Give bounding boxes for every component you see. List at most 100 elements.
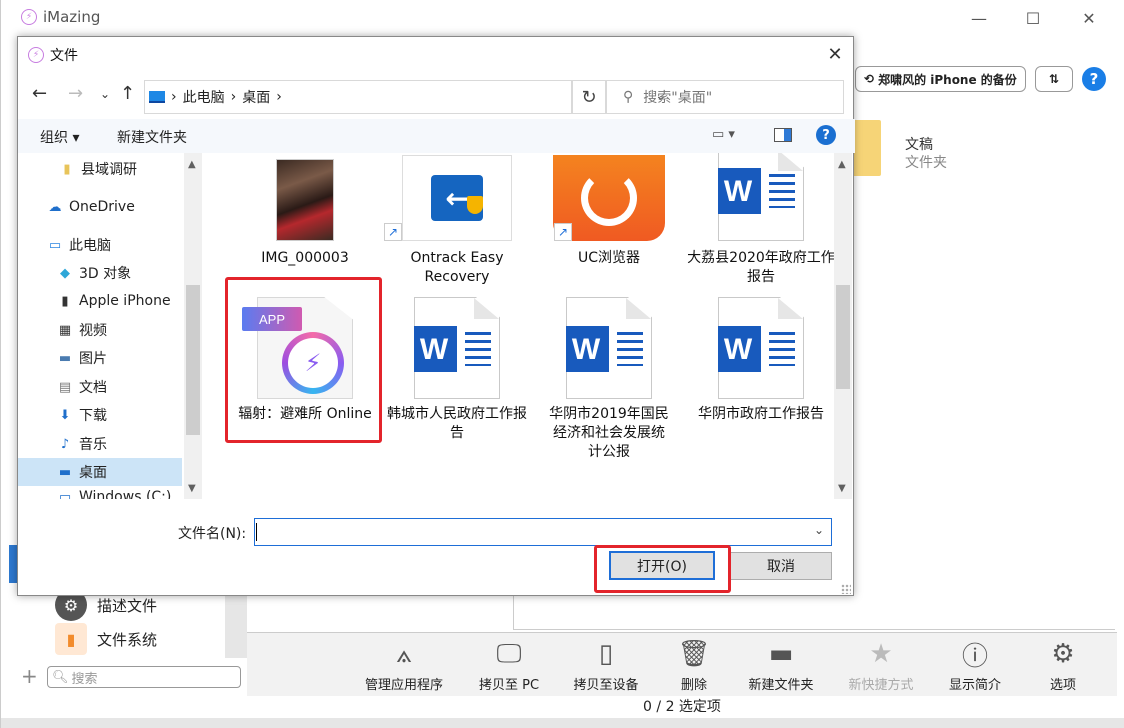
tree-item-label: 音乐: [79, 437, 107, 453]
options-button[interactable]: ⚙ 选项: [1013, 633, 1113, 697]
copy-to-pc-button[interactable]: 🖵 拷贝至 PC: [459, 633, 559, 697]
tool-label: 拷贝至设备: [573, 678, 639, 693]
sidebar-item-label: 文件系统: [97, 630, 158, 649]
annotation-highlight-open-button: [594, 545, 731, 593]
cloud-icon: ☁: [48, 199, 62, 215]
backup-button[interactable]: ⟲ 郑啸风的 iPhone 的备份: [855, 66, 1026, 92]
file-label: Ontrack Easy Recovery: [410, 250, 504, 285]
help-icon[interactable]: ?: [816, 125, 836, 145]
tree-item-3d-objects[interactable]: ◆ 3D 对象: [18, 259, 182, 287]
files-scroll-up-icon[interactable]: ▲: [838, 159, 846, 170]
close-icon[interactable]: ✕: [824, 43, 846, 65]
address-bar[interactable]: › 此电脑 › 桌面 › ⌄: [144, 80, 667, 114]
cancel-button[interactable]: 取消: [730, 552, 832, 580]
text-caret: [256, 523, 257, 541]
back-arrow-icon[interactable]: ←: [32, 83, 47, 104]
breadcrumb-this-pc[interactable]: 此电脑: [183, 87, 225, 107]
bottom-toolbar: ⟑ 管理应用程序 🖵 拷贝至 PC ▯ 拷贝至设备 🗑︎ 删除 ▬ 新建文件夹 …: [247, 632, 1117, 696]
file-item-huayin-report[interactable]: W 华阴市政府工作报告: [686, 295, 834, 424]
sidebar-item-file-system[interactable]: ▮ 文件系统: [55, 623, 157, 655]
file-item-img-000003[interactable]: IMG_000003: [230, 153, 380, 268]
file-item-dali-report[interactable]: W 大荔县2020年政府工作报告: [686, 153, 834, 287]
backup-button-label: 郑啸风的 iPhone 的备份: [878, 72, 1017, 87]
recent-chevron-down-icon[interactable]: ⌄: [100, 87, 110, 101]
drive-icon: ▭: [58, 489, 72, 500]
folder-type: 文件夹: [905, 155, 947, 171]
copy-to-device-icon: ▯: [598, 639, 614, 669]
info-icon: ⓘ: [961, 641, 988, 672]
tool-label: 删除: [680, 678, 707, 693]
document-icon: ▤: [58, 379, 72, 395]
new-folder-button[interactable]: 新建文件夹: [117, 127, 187, 147]
word-document-icon: W: [414, 297, 500, 399]
music-icon: ♪: [60, 436, 70, 452]
computer-icon: ▭: [48, 237, 62, 253]
cube-icon: ◆: [60, 265, 70, 281]
folder-name[interactable]: 文稿: [905, 134, 933, 154]
tree-item-label: 视频: [79, 323, 107, 339]
add-icon[interactable]: +: [21, 664, 38, 688]
new-folder-button[interactable]: ▬ 新建文件夹: [731, 633, 831, 697]
shortcut-arrow-icon: ↗: [554, 223, 572, 241]
sidebar-search-input[interactable]: 🔍︎ 搜索: [47, 666, 241, 688]
search-input[interactable]: ⚲ 搜索"桌面": [606, 80, 844, 114]
file-item-hancheng-report[interactable]: W 韩城市人民政府工作报告: [382, 295, 532, 443]
tree-item-downloads[interactable]: ⬇ 下载: [18, 401, 182, 429]
manage-apps-button[interactable]: ⟑ 管理应用程序: [354, 633, 454, 697]
tool-label: 选项: [1049, 678, 1076, 693]
new-shortcut-button[interactable]: ★ 新快捷方式: [831, 633, 931, 697]
sync-button[interactable]: ⇅: [1035, 66, 1073, 92]
tree-scrollbar-thumb[interactable]: [186, 285, 200, 435]
shortcut-arrow-icon: ↗: [384, 223, 402, 241]
filename-label: 文件名(N):: [178, 526, 247, 542]
tree-scroll-down-icon[interactable]: ▼: [188, 483, 196, 494]
files-scrollbar-thumb[interactable]: [836, 285, 850, 389]
preview-pane-icon[interactable]: [774, 128, 792, 142]
forward-arrow-icon[interactable]: →: [68, 83, 83, 104]
view-options-icon[interactable]: ▭ ▾: [712, 127, 735, 142]
tree-item-county-research[interactable]: ▮ 县域调研: [18, 155, 182, 183]
close-window-icon[interactable]: ✕: [1069, 6, 1109, 30]
ontrack-app-icon: ←: [402, 155, 512, 241]
tree-item-videos[interactable]: ▦ 视频: [18, 316, 182, 344]
copy-to-device-button[interactable]: ▯ 拷贝至设备: [556, 633, 656, 697]
file-item-huayin-bulletin[interactable]: W 华阴市2019年国民经济和社会发展统计公报: [534, 295, 684, 462]
tree-item-documents[interactable]: ▤ 文档: [18, 373, 182, 401]
maximize-icon[interactable]: ☐: [1013, 6, 1053, 30]
tree-item-desktop[interactable]: ▬ 桌面: [18, 458, 182, 486]
files-scroll-down-icon[interactable]: ▼: [838, 483, 846, 494]
tree-item-pictures[interactable]: ▬ 图片: [18, 344, 182, 372]
file-item-ontrack[interactable]: ← ↗ Ontrack Easy Recovery: [382, 153, 532, 287]
folder-icon[interactable]: [851, 120, 881, 176]
tree-item-music[interactable]: ♪ 音乐: [18, 430, 182, 458]
tool-label: 拷贝至 PC: [478, 678, 540, 693]
filename-input[interactable]: [254, 518, 832, 546]
up-arrow-icon[interactable]: ↑: [120, 83, 135, 104]
tree-item-this-pc[interactable]: ▭ 此电脑: [18, 231, 182, 259]
search-placeholder: 搜索"桌面": [643, 90, 713, 106]
download-icon: ⬇: [59, 407, 71, 423]
tree-item-onedrive[interactable]: ☁ OneDrive: [18, 193, 182, 221]
tree-item-label: 图片: [79, 351, 107, 367]
taskbar-strip: [1, 718, 1124, 728]
tree-item-label: OneDrive: [69, 199, 135, 215]
refresh-icon[interactable]: ↻: [572, 80, 606, 114]
delete-button[interactable]: 🗑︎ 删除: [644, 633, 744, 697]
breadcrumb-desktop[interactable]: 桌面: [242, 87, 270, 107]
tree-item-label: 文档: [79, 380, 107, 396]
resize-grip-icon[interactable]: [841, 584, 851, 594]
help-button[interactable]: ?: [1082, 67, 1106, 91]
tree-scroll-up-icon[interactable]: ▲: [188, 159, 196, 170]
tree-item-windows-c[interactable]: ▭ Windows (C:): [18, 486, 182, 499]
show-info-button[interactable]: ⓘ 显示简介: [925, 633, 1025, 697]
tree-item-apple-iphone[interactable]: ▮ Apple iPhone: [18, 287, 202, 315]
word-document-icon: W: [718, 153, 804, 241]
breadcrumb-separator: ›: [171, 89, 177, 105]
word-document-icon: W: [718, 297, 804, 399]
minimize-icon[interactable]: —: [959, 6, 999, 30]
sidebar-scrollbar[interactable]: [225, 592, 247, 658]
filename-chevron-down-icon[interactable]: ⌄: [814, 523, 824, 537]
selection-status: 0 / 2 选定项: [247, 696, 1117, 718]
file-item-uc-browser[interactable]: ↗ UC浏览器: [534, 153, 684, 268]
organize-button[interactable]: 组织 ▾: [40, 127, 79, 147]
